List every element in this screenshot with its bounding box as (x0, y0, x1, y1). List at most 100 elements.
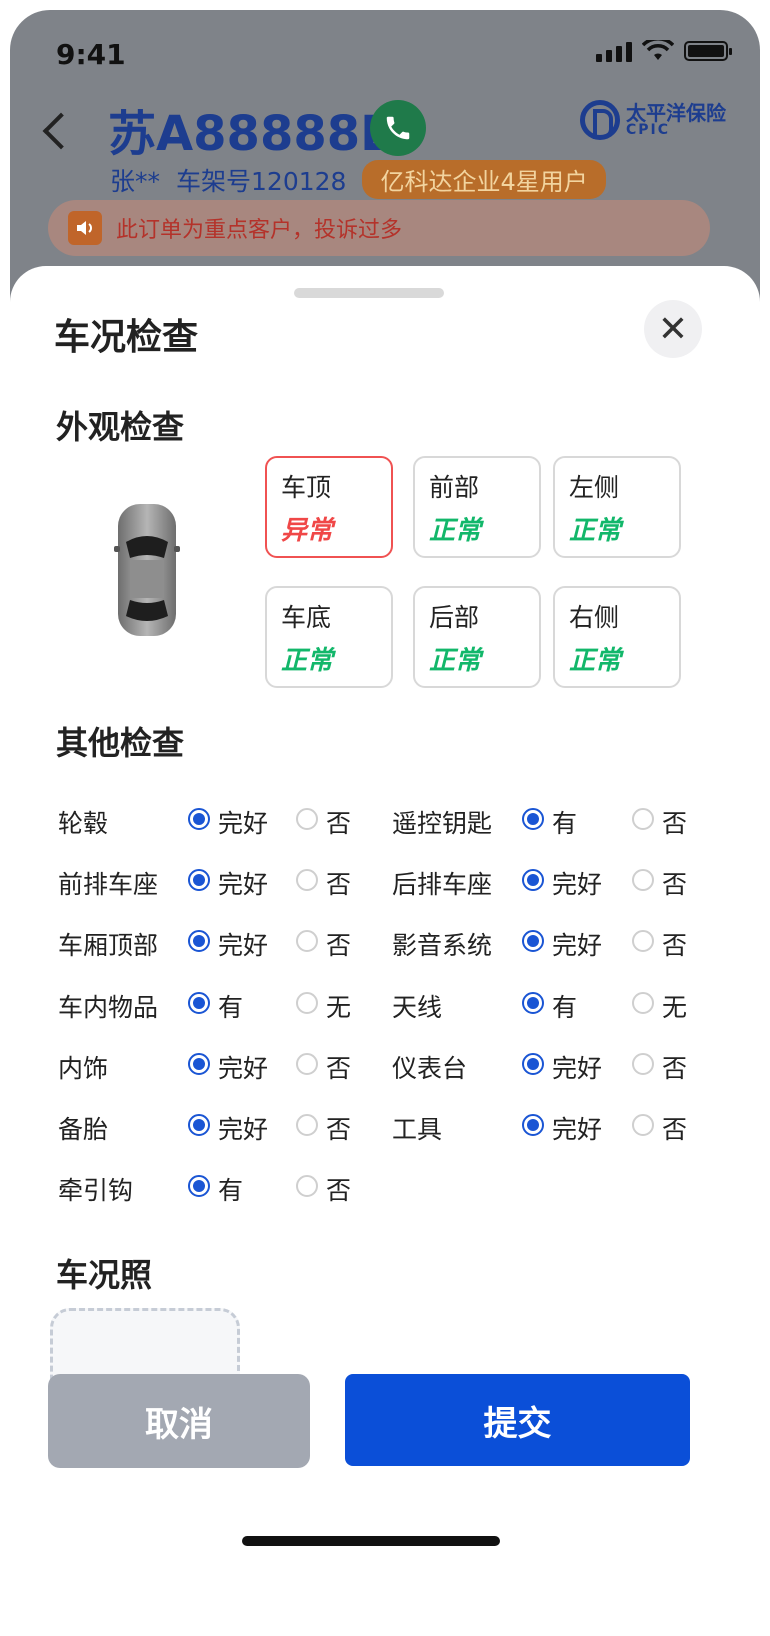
check-status: 正常 (429, 646, 482, 676)
radio-unselected[interactable] (632, 1052, 654, 1075)
radio-unselected[interactable] (632, 930, 654, 953)
radio-selected[interactable] (522, 991, 544, 1014)
option-label[interactable]: 否 (326, 1049, 351, 1085)
option-label[interactable]: 完好 (218, 1049, 268, 1085)
check-label: 右侧 (569, 603, 620, 632)
option-label[interactable]: 有 (218, 988, 243, 1024)
check-item-label: 备胎 (58, 1115, 109, 1144)
option-label[interactable]: 有 (552, 988, 577, 1024)
option-label[interactable]: 完好 (552, 1110, 602, 1146)
car-top-view-icon (114, 504, 180, 636)
exterior-check-card[interactable]: 前部 正常 (413, 456, 541, 558)
check-label: 车顶 (281, 473, 332, 502)
check-item-label: 车内物品 (58, 992, 159, 1022)
option-label[interactable]: 完好 (218, 926, 268, 962)
check-row: 备胎 完好 否 工具 完好 否 (10, 1106, 760, 1146)
check-item-label: 内饰 (58, 1053, 109, 1083)
check-status: 正常 (569, 646, 622, 676)
option-label[interactable]: 完好 (218, 804, 268, 840)
option-label[interactable]: 无 (326, 988, 351, 1024)
option-label[interactable]: 否 (662, 865, 687, 901)
option-label[interactable]: 完好 (552, 926, 602, 962)
check-label: 前部 (429, 473, 480, 502)
radio-unselected[interactable] (296, 991, 318, 1014)
radio-unselected[interactable] (632, 869, 654, 892)
check-item-label: 前排车座 (58, 870, 159, 900)
option-label[interactable]: 完好 (552, 865, 602, 901)
exterior-check-card[interactable]: 车顶 异常 (265, 456, 393, 558)
check-row: 轮毂 完好 否 遥控钥匙 有 否 (10, 800, 760, 840)
check-row: 前排车座 完好 否 后排车座 完好 否 (10, 861, 760, 901)
radio-selected[interactable] (522, 1114, 544, 1136)
check-status: 正常 (281, 646, 334, 676)
phone-icon (386, 116, 410, 140)
radio-unselected[interactable] (632, 1114, 654, 1136)
owner-name: 张** (110, 166, 161, 196)
radio-selected[interactable] (188, 1175, 210, 1198)
radio-selected[interactable] (188, 1052, 210, 1075)
option-label[interactable]: 否 (662, 804, 687, 840)
check-item-label: 天线 (392, 992, 443, 1022)
close-button[interactable]: ✕ (644, 300, 702, 358)
option-label[interactable]: 有 (218, 1171, 243, 1207)
radio-unselected[interactable] (632, 991, 654, 1014)
radio-selected[interactable] (188, 930, 210, 953)
radio-selected[interactable] (188, 991, 210, 1014)
radio-selected[interactable] (522, 808, 544, 830)
wifi-icon (642, 40, 674, 60)
inspection-sheet: 车况检查 ✕ 外观检查 车顶 异常 前部 正常 左侧 正常 车底 正常 后部 正常 右侧 正常 其他检… (10, 266, 760, 1626)
phone-screen: 9:41 苏A88888L 太平洋保险 CPIC 张** 车架号120128 亿… (10, 10, 760, 1626)
option-label[interactable]: 否 (326, 804, 351, 840)
radio-selected[interactable] (188, 808, 210, 830)
submit-button[interactable]: 提交 (345, 1374, 690, 1466)
option-label[interactable]: 完好 (552, 1049, 602, 1085)
exterior-check-card[interactable]: 左侧 正常 (553, 456, 681, 558)
radio-unselected[interactable] (296, 930, 318, 953)
check-item-label: 轮毂 (58, 809, 109, 838)
option-label[interactable]: 否 (662, 1049, 687, 1085)
alert-banner: 此订单为重点客户，投诉过多 (48, 200, 710, 256)
option-label[interactable]: 否 (326, 926, 351, 962)
insurer-logo: 太平洋保险 CPIC (580, 100, 726, 140)
radio-unselected[interactable] (296, 1052, 318, 1075)
radio-selected[interactable] (522, 1052, 544, 1075)
radio-unselected[interactable] (632, 808, 654, 830)
radio-selected[interactable] (188, 1114, 210, 1136)
option-label[interactable]: 否 (662, 926, 687, 962)
check-status: 异常 (281, 516, 334, 546)
option-label[interactable]: 否 (326, 1171, 351, 1207)
exterior-check-card[interactable]: 车底 正常 (265, 586, 393, 688)
cancel-button[interactable]: 取消 (48, 1374, 310, 1468)
radio-selected[interactable] (188, 869, 210, 892)
check-item-label: 仪表台 (392, 1053, 468, 1083)
radio-unselected[interactable] (296, 1114, 318, 1136)
call-button[interactable] (370, 100, 426, 156)
check-item-label: 工具 (392, 1115, 443, 1144)
status-time: 9:41 (56, 38, 126, 71)
check-row: 内饰 完好 否 仪表台 完好 否 (10, 1045, 760, 1085)
option-label[interactable]: 有 (552, 804, 577, 840)
option-label[interactable]: 完好 (218, 1110, 268, 1146)
check-status: 正常 (429, 516, 482, 546)
battery-icon (684, 41, 732, 61)
option-label[interactable]: 完好 (218, 865, 268, 901)
exterior-check-card[interactable]: 右侧 正常 (553, 586, 681, 688)
option-label[interactable]: 否 (326, 865, 351, 901)
radio-selected[interactable] (522, 869, 544, 892)
exterior-check-card[interactable]: 后部 正常 (413, 586, 541, 688)
radio-unselected[interactable] (296, 1175, 318, 1198)
check-item-label: 影音系统 (392, 931, 493, 961)
check-row: 牵引钩 有 否 (10, 1167, 760, 1207)
radio-unselected[interactable] (296, 869, 318, 892)
sheet-handle[interactable] (294, 288, 444, 298)
option-label[interactable]: 否 (326, 1110, 351, 1146)
radio-selected[interactable] (522, 930, 544, 953)
option-label[interactable]: 无 (662, 988, 687, 1024)
check-item-label: 车厢顶部 (58, 931, 159, 961)
check-item-label: 牵引钩 (58, 1176, 134, 1206)
option-label[interactable]: 否 (662, 1110, 687, 1146)
back-icon[interactable] (42, 112, 80, 150)
alert-text: 此订单为重点客户，投诉过多 (116, 218, 403, 243)
cpic-logo-icon (580, 100, 620, 140)
radio-unselected[interactable] (296, 808, 318, 830)
